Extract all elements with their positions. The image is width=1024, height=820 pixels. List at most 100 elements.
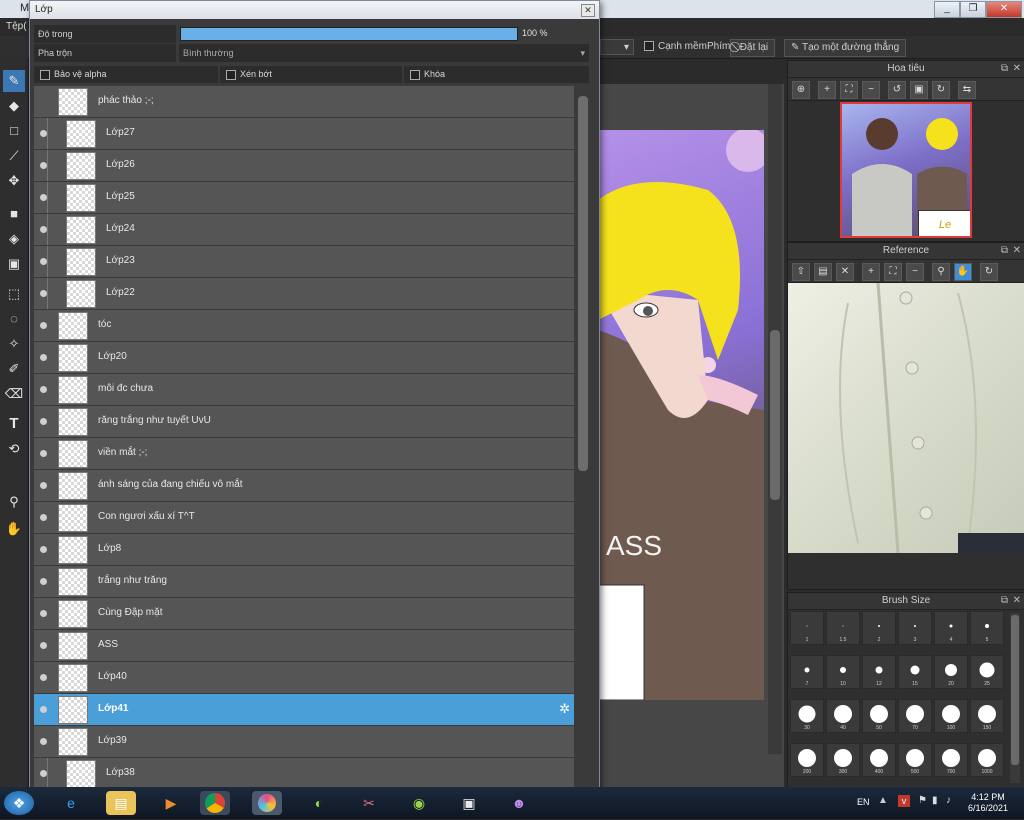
layer-row[interactable]: Lớp39 (34, 726, 574, 758)
brush-size-cell[interactable]: 12 (862, 655, 896, 689)
eraser-tool[interactable]: ◆ (3, 95, 25, 117)
layer-settings-gear-icon[interactable]: ✲ (559, 701, 570, 717)
flip-icon[interactable]: ⇆ (958, 81, 976, 99)
tray-clock[interactable]: 4:12 PM 6/16/2021 (958, 792, 1018, 814)
brush-dropdown[interactable]: ▾ (600, 39, 634, 55)
visibility-eye-icon[interactable] (40, 610, 47, 617)
actual-size-icon[interactable]: ⛶ (884, 263, 902, 281)
zoom-fit-icon[interactable]: ⊕ (792, 81, 810, 99)
layer-list-scrollbar[interactable] (576, 86, 590, 790)
clipping-checkbox[interactable]: Xén bớt (220, 66, 402, 83)
visibility-eye-icon[interactable] (40, 674, 47, 681)
layer-row[interactable]: môi đc chưa (34, 374, 574, 406)
medibang-button[interactable] (252, 791, 282, 815)
visibility-eye-icon[interactable] (40, 578, 47, 585)
explorer-button[interactable]: ▤ (106, 791, 136, 815)
app-button-4[interactable]: ▣ (454, 791, 484, 815)
select-pen-tool[interactable]: ✐ (3, 358, 25, 380)
visibility-eye-icon[interactable] (40, 322, 47, 329)
brush-size-cell[interactable]: 40 (826, 699, 860, 733)
brush-size-cell[interactable]: 15 (898, 655, 932, 689)
brush-size-cell[interactable]: 1 (790, 611, 824, 645)
brush-size-cell[interactable]: 100 (934, 699, 968, 733)
layer-window-close-button[interactable]: ✕ (581, 4, 595, 17)
canvas-scroll-thumb[interactable] (770, 330, 780, 500)
popout-icon[interactable]: ⧉ (1001, 593, 1008, 609)
brush-size-cell[interactable]: 7 (790, 655, 824, 689)
layer-row[interactable]: Cùng Đập mặt (34, 598, 574, 630)
menu-file[interactable]: Tệp( (6, 21, 27, 32)
layer-row[interactable]: Lớp27 (34, 118, 574, 150)
close-icon[interactable]: ✕ (1013, 593, 1021, 609)
close-image-icon[interactable]: ✕ (836, 263, 854, 281)
soft-edge-checkbox[interactable]: Cạnh mềm (644, 39, 707, 55)
zoom-in-icon[interactable]: + (818, 81, 836, 99)
fill-rect-tool[interactable]: ■ (3, 203, 25, 225)
reset-button[interactable]: ⃠ Đặt lại (730, 39, 776, 57)
network-icon[interactable]: ▮ (932, 795, 938, 806)
brush-size-cell[interactable]: 700 (934, 743, 968, 777)
eyedropper-icon[interactable]: ⚲ (932, 263, 950, 281)
layer-window-titlebar[interactable]: Lớp ✕ (30, 1, 599, 19)
move-tool[interactable]: ✥ (3, 170, 25, 192)
app-button-3[interactable]: ◉ (404, 791, 434, 815)
brush-size-cell[interactable]: 20 (934, 655, 968, 689)
rotate-left-icon[interactable]: ↺ (888, 81, 906, 99)
layer-row[interactable]: Lớp24 (34, 214, 574, 246)
layer-row[interactable]: Lớp20 (34, 342, 574, 374)
visibility-eye-icon[interactable] (40, 130, 47, 137)
layer-row[interactable]: Lớp26 (34, 150, 574, 182)
visibility-eye-icon[interactable] (40, 226, 47, 233)
visibility-eye-icon[interactable] (40, 514, 47, 521)
straight-line-button[interactable]: ✎ Tạo một đường thẳng (784, 39, 907, 57)
brush-size-cell[interactable]: 1000 (970, 743, 1004, 777)
media-button[interactable]: ▶ (156, 791, 186, 815)
visibility-eye-icon[interactable] (40, 642, 47, 649)
layer-row[interactable]: ánh sáng của đang chiếu vô mắt (34, 470, 574, 502)
lock-checkbox[interactable]: Khóa (404, 66, 589, 83)
select-eraser-tool[interactable]: ⌫ (3, 383, 25, 405)
zoom-in-icon[interactable]: + (862, 263, 880, 281)
fit-window-icon[interactable]: ▣ (910, 81, 928, 99)
brush-size-cell[interactable]: 5 (970, 611, 1004, 645)
brush-tool[interactable]: ✎ (3, 70, 25, 92)
app-button-5[interactable]: ☻ (504, 791, 534, 815)
layer-row[interactable]: ASS (34, 630, 574, 662)
lasso-tool[interactable]: ◌ (3, 308, 25, 330)
brush-size-cell[interactable]: 2 (862, 611, 896, 645)
layer-row[interactable]: viền mắt ;-; (34, 438, 574, 470)
layer-list-scroll-thumb[interactable] (578, 96, 588, 471)
layer-row[interactable]: Lớp41 ✲ (34, 694, 574, 726)
visibility-eye-icon[interactable] (40, 162, 47, 169)
brush-size-cell[interactable]: 500 (898, 743, 932, 777)
divide-tool[interactable]: ⟲ (3, 438, 25, 460)
maximize-button[interactable]: ❐ (960, 1, 986, 18)
brush-size-scroll-thumb[interactable] (1011, 615, 1019, 765)
brush-size-cell[interactable]: 10 (826, 655, 860, 689)
brush-size-cell[interactable]: 50 (862, 699, 896, 733)
app-button-2[interactable]: ✂ (354, 791, 384, 815)
ie-button[interactable]: e (56, 791, 86, 815)
minimize-button[interactable]: _ (934, 1, 960, 18)
visibility-eye-icon[interactable] (40, 258, 47, 265)
brush-size-cell[interactable]: 1.5 (826, 611, 860, 645)
layer-row[interactable]: Lớp38 (34, 758, 574, 790)
brush-size-cell[interactable]: 400 (862, 743, 896, 777)
layer-row[interactable]: tóc (34, 310, 574, 342)
protect-alpha-checkbox[interactable]: Bảo vệ alpha (34, 66, 218, 83)
volume-icon[interactable]: ♪ (946, 795, 951, 806)
folder-icon[interactable]: ▤ (814, 263, 832, 281)
brush-size-cell[interactable]: 70 (898, 699, 932, 733)
gradient-tool[interactable]: ▣ (3, 253, 25, 275)
layer-row[interactable]: Lớp25 (34, 182, 574, 214)
eyedropper-tool[interactable]: ⚲ (3, 491, 25, 513)
upload-icon[interactable]: ⇧ (792, 263, 810, 281)
brush-size-cell[interactable]: 300 (826, 743, 860, 777)
layer-row[interactable]: Lớp23 (34, 246, 574, 278)
visibility-eye-icon[interactable] (40, 770, 47, 777)
close-icon[interactable]: ✕ (1013, 61, 1021, 77)
visibility-eye-icon[interactable] (40, 354, 47, 361)
artwork-canvas[interactable]: ASS (598, 130, 764, 700)
brush-size-cell[interactable]: 150 (970, 699, 1004, 733)
select-rect-tool[interactable]: ⬚ (3, 283, 25, 305)
